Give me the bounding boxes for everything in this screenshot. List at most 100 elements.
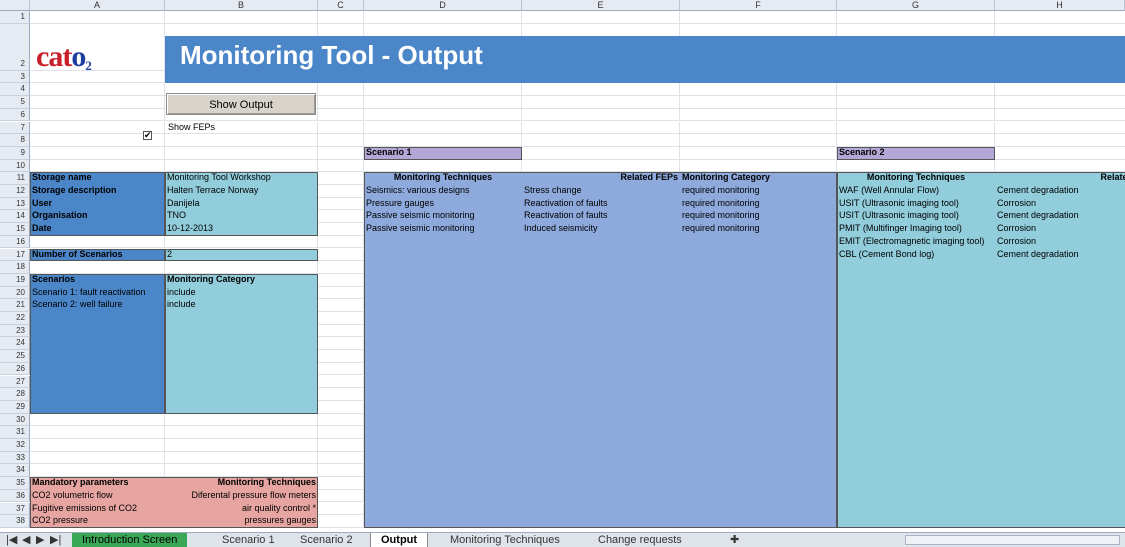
row-header[interactable]: 20 [0,286,30,300]
spreadsheet-grid[interactable]: A B C D E F G H 1 2 3 4 5 6 7 8 9 10 11 12 13 14 15 16 17 18 19 20 2… [0,0,1125,532]
grid-cell[interactable] [318,210,364,224]
grid-cell[interactable] [837,96,995,109]
row-header[interactable]: 33 [0,451,30,465]
row-header[interactable]: 9 [0,146,30,160]
row-header[interactable]: 23 [0,324,30,338]
grid-cell[interactable] [30,146,165,160]
row-header[interactable]: 2 [0,23,30,71]
grid-cell[interactable] [318,426,364,439]
grid-cell[interactable] [522,11,680,24]
row-header[interactable]: 10 [0,159,30,173]
column-header-c[interactable]: C [318,0,364,11]
column-header-a[interactable]: A [30,0,165,11]
grid-cell[interactable] [30,11,165,24]
grid-cell[interactable] [30,464,165,478]
row-header[interactable]: 3 [0,70,30,84]
grid-cell[interactable] [680,121,837,135]
row-header[interactable]: 37 [0,502,30,516]
grid-cell[interactable] [165,464,318,478]
horizontal-scrollbar[interactable] [905,535,1120,545]
row-header[interactable]: 14 [0,210,30,224]
grid-cell[interactable] [318,400,364,414]
grid-cell[interactable] [30,235,165,249]
grid-cell[interactable] [318,235,364,249]
grid-cell[interactable] [318,388,364,401]
grid-cell[interactable] [995,160,1125,173]
grid-cell[interactable] [995,147,1125,160]
grid-cell[interactable] [318,223,364,236]
grid-cell[interactable] [318,83,364,97]
row-header[interactable]: 6 [0,108,30,122]
grid-cell[interactable] [318,248,364,262]
grid-cell[interactable] [30,108,165,122]
grid-cell[interactable] [165,261,318,274]
row-header[interactable]: 26 [0,362,30,376]
grid-cell[interactable] [837,159,995,173]
row-header[interactable]: 27 [0,375,30,389]
row-header[interactable]: 5 [0,96,30,109]
column-header-h[interactable]: H [995,0,1125,11]
grid-cell[interactable] [680,11,837,24]
row-header[interactable]: 7 [0,121,30,135]
grid-cell[interactable] [364,11,522,24]
row-header[interactable]: 16 [0,235,30,249]
grid-cell[interactable] [522,134,680,147]
grid-cell[interactable] [364,159,522,173]
grid-cell[interactable] [364,96,522,109]
row-header[interactable]: 25 [0,350,30,363]
row-header[interactable]: 28 [0,388,30,401]
grid-cell[interactable] [165,426,318,439]
grid-cell[interactable] [318,146,364,160]
grid-cell[interactable] [364,134,522,147]
grid-cell[interactable] [318,464,364,478]
show-output-button[interactable]: Show Output [166,93,316,115]
grid-cell[interactable] [522,108,680,122]
column-header-e[interactable]: E [522,0,680,11]
grid-cell[interactable] [318,108,364,122]
sheet-tab-introduction-screen[interactable]: Introduction Screen [72,533,188,547]
grid-cell[interactable] [30,261,165,274]
grid-cell[interactable] [837,134,995,147]
sheet-tab-change-requests[interactable]: Change requests [588,533,692,547]
grid-cell[interactable] [30,159,165,173]
grid-cell[interactable] [522,159,680,173]
grid-cell[interactable] [364,108,522,122]
grid-cell[interactable] [318,324,364,338]
grid-cell[interactable] [165,439,318,452]
grid-cell[interactable] [318,413,364,427]
grid-cell[interactable] [318,11,364,24]
grid-cell[interactable] [318,134,364,147]
grid-cell[interactable] [318,299,364,312]
row-header[interactable]: 19 [0,273,30,287]
sheet-tab-output[interactable]: Output [370,533,429,547]
row-header[interactable]: 36 [0,489,30,503]
grid-cell[interactable] [165,159,318,173]
grid-cell[interactable] [995,134,1125,147]
grid-cell[interactable] [318,350,364,363]
row-header[interactable]: 13 [0,197,30,211]
grid-cell[interactable] [318,439,364,452]
grid-cell[interactable] [165,451,318,465]
row-header[interactable]: 30 [0,413,30,427]
grid-cell[interactable] [680,96,837,109]
grid-cell[interactable] [995,109,1125,122]
row-header[interactable]: 21 [0,299,30,312]
grid-cell[interactable] [522,83,680,97]
grid-cell[interactable] [995,83,1125,97]
row-header[interactable]: 24 [0,337,30,351]
grid-cell[interactable] [30,426,165,439]
row-header[interactable]: 22 [0,312,30,325]
grid-cell[interactable] [837,83,995,97]
grid-cell[interactable] [680,159,837,173]
column-header-f[interactable]: F [680,0,837,11]
grid-cell[interactable] [318,185,364,198]
grid-cell[interactable] [995,122,1125,135]
grid-cell[interactable] [318,172,364,185]
grid-cell[interactable] [318,489,364,503]
column-header-b[interactable]: B [165,0,318,11]
column-header-d[interactable]: D [364,0,522,11]
grid-cell[interactable] [30,83,165,97]
grid-cell[interactable] [318,451,364,465]
grid-cell[interactable] [165,146,318,160]
grid-cell[interactable] [30,439,165,452]
